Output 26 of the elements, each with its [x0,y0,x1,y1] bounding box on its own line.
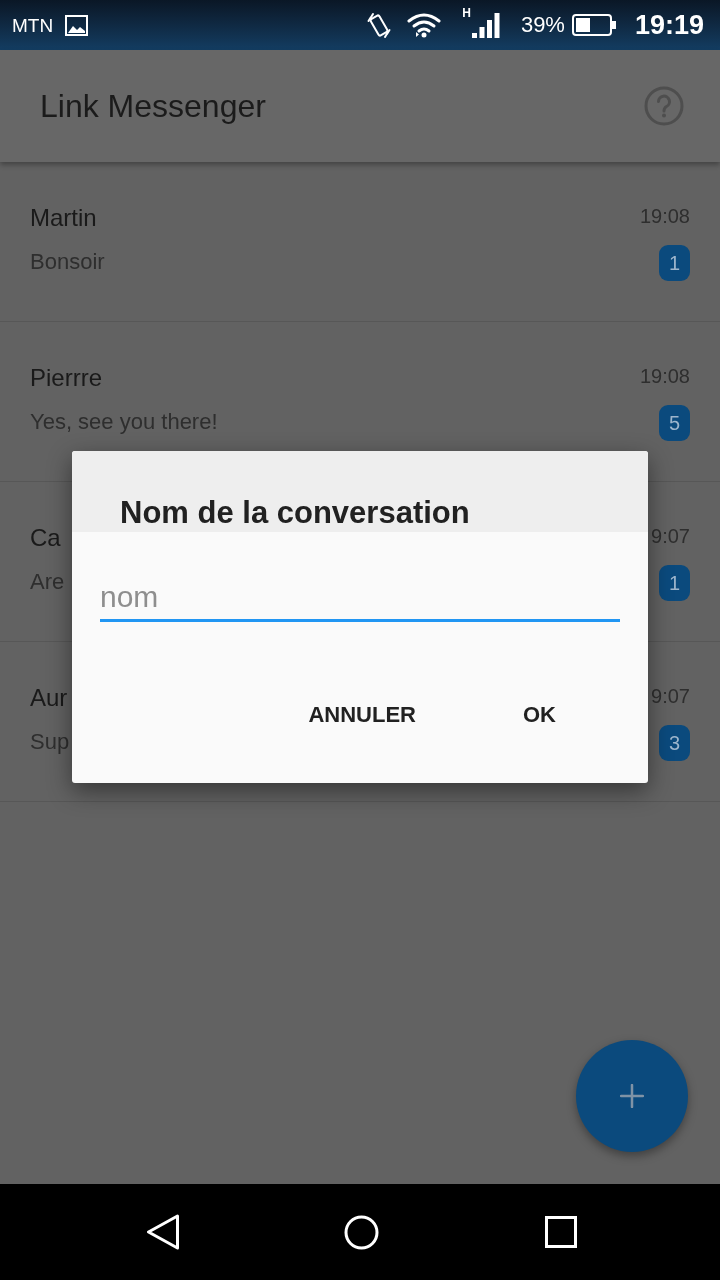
carrier-name: MTN [12,15,54,35]
vibrate-icon [367,11,392,39]
dialog-button[interactable]: ANNULER [300,693,424,737]
contact-name: Martin [30,206,97,230]
clock: 19:19 [634,11,704,39]
unread-badge: 1 [659,565,690,601]
recent-apps-icon[interactable] [545,1216,577,1248]
home-icon[interactable] [344,1214,379,1250]
image-icon [65,14,89,36]
battery-icon [571,14,616,36]
network-type-label: H [462,7,471,19]
name-input[interactable]: nom [100,575,620,622]
unread-badge: 3 [659,725,690,761]
contact-name: Pierrre [30,366,102,390]
contact-name: Ca [30,526,61,550]
plus-icon [620,1084,644,1108]
dialog-button[interactable]: OK [515,693,564,737]
unread-badge: 5 [659,405,690,441]
battery-percent: 39% [520,14,565,36]
signal-icon [471,12,500,38]
contact-name: Aur [30,686,68,710]
app-title: Link Messenger [40,90,266,122]
wifi-icon [406,12,443,38]
unread-badge: 1 [659,245,690,281]
dialog-title: Nom de la conversation [120,497,471,528]
back-icon[interactable] [146,1214,180,1250]
